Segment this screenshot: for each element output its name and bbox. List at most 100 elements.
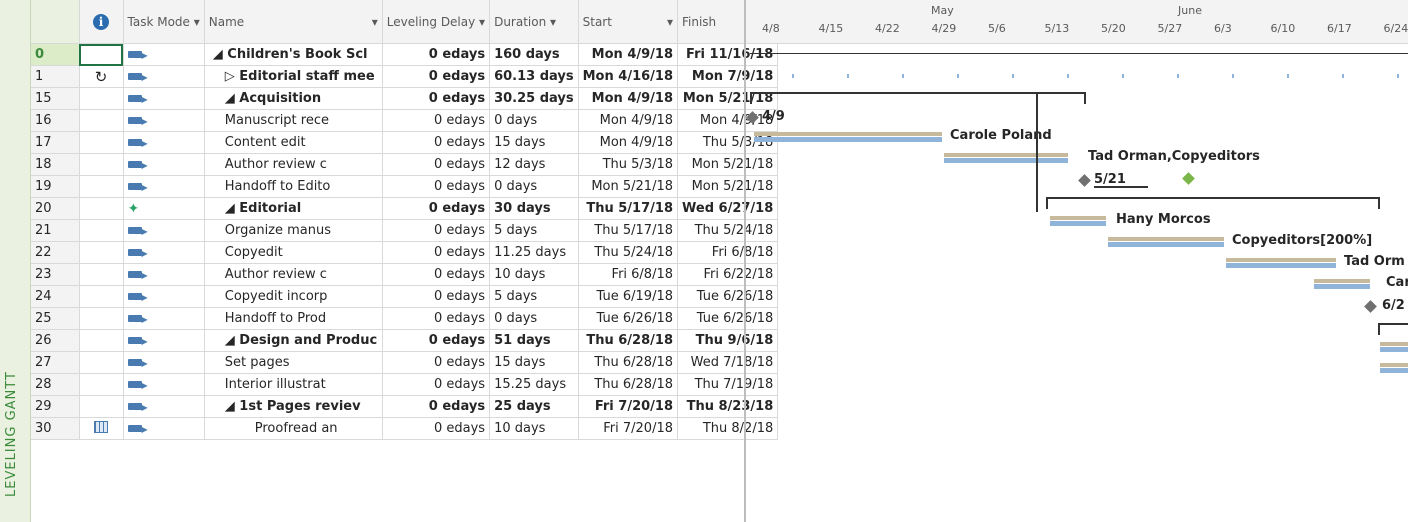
table-row[interactable]: 21 ▶ Organize manus 0 edays 5 days Thu 5/17/1… [31, 219, 779, 242]
task-name-cell[interactable]: Copyedit incorp [204, 285, 383, 308]
table-row[interactable]: 30 ▶ Proofread an 0 edays 10 days Fri 7/20/18… [31, 417, 779, 440]
start-cell[interactable]: Thu 5/3/18 [578, 153, 679, 176]
table-row[interactable]: 16 ▶ Manuscript rece 0 edays 0 days Mon 4/9/1… [31, 109, 779, 132]
task-mode-cell[interactable]: ▶ [123, 351, 205, 374]
duration-cell[interactable]: 5 days [489, 219, 579, 242]
leveling-delay-cell[interactable]: 0 edays [382, 197, 491, 220]
row-id[interactable]: 20 [31, 197, 80, 220]
start-column-header[interactable]: Start ▾ [578, 0, 679, 44]
leveling-delay-cell[interactable]: 0 edays [382, 131, 491, 154]
indicator-cell[interactable] [79, 43, 124, 66]
task-mode-cell[interactable]: ▶ [123, 307, 205, 330]
row-id[interactable]: 18 [31, 153, 80, 176]
start-cell[interactable]: Mon 4/9/18 [578, 87, 679, 110]
start-cell[interactable]: Mon 5/21/18 [578, 175, 679, 198]
task-mode-cell[interactable]: ▶ [123, 153, 205, 176]
table-row[interactable]: 28 ▶ Interior illustrat 0 edays 15.25 days Th… [31, 373, 779, 396]
indicator-cell[interactable] [79, 87, 124, 110]
start-cell[interactable]: Tue 6/19/18 [578, 285, 679, 308]
leveling-delay-cell[interactable]: 0 edays [382, 351, 491, 374]
gantt-chart[interactable]: May June 4/8 4/15 4/22 4/29 5/6 5/13 5/20 5/27 6/3… [744, 0, 1408, 522]
table-row[interactable]: 26 ▶ ◢ Design and Produc 0 edays 51 days Thu … [31, 329, 779, 352]
start-cell[interactable]: Thu 5/24/18 [578, 241, 679, 264]
table-row[interactable]: 1 ↻ ▶ ▷ Editorial staff mee 0 edays 60.13 day… [31, 65, 779, 88]
leveling-delay-cell[interactable]: 0 edays [382, 175, 491, 198]
leveling-delay-cell[interactable]: 0 edays [382, 307, 491, 330]
indicator-cell[interactable] [79, 197, 124, 220]
task-mode-cell[interactable]: ▶ [123, 87, 205, 110]
table-row[interactable]: 25 ▶ Handoff to Prod 0 edays 0 days Tue 6/26/… [31, 307, 779, 330]
task-name-cell[interactable]: ◢ Acquisition [204, 87, 383, 110]
start-cell[interactable]: Thu 5/17/18 [578, 219, 679, 242]
task-mode-cell[interactable]: ▶ [123, 395, 205, 418]
task-name-cell[interactable]: ◢ Children's Book Scl [204, 43, 383, 66]
duration-cell[interactable]: 160 days [489, 43, 579, 66]
row-id[interactable]: 26 [31, 329, 80, 352]
task-mode-cell[interactable]: ▶ [123, 109, 205, 132]
duration-cell[interactable]: 51 days [489, 329, 579, 352]
leveling-delay-cell[interactable]: 0 edays [382, 219, 491, 242]
task-name-cell[interactable]: Copyedit [204, 241, 383, 264]
duration-column-header[interactable]: Duration ▾ [489, 0, 579, 44]
task-name-cell[interactable]: Content edit [204, 131, 383, 154]
row-id[interactable]: 25 [31, 307, 80, 330]
start-cell[interactable]: Thu 5/17/18 [578, 197, 679, 220]
task-name-cell[interactable]: Proofread an [204, 417, 383, 440]
row-id[interactable]: 28 [31, 373, 80, 396]
indicator-cell[interactable] [79, 109, 124, 132]
start-cell[interactable]: Fri 7/20/18 [578, 395, 679, 418]
select-all-header[interactable] [31, 0, 80, 44]
indicator-cell[interactable] [79, 417, 124, 440]
table-row[interactable]: 20 ✦ ◢ Editorial 0 edays 30 days Thu 5/17/18 W… [31, 197, 779, 220]
task-name-cell[interactable]: Author review c [204, 263, 383, 286]
indicator-cell[interactable] [79, 373, 124, 396]
row-id[interactable]: 27 [31, 351, 80, 374]
table-row[interactable]: 18 ▶ Author review c0 edays 12 days Thu 5/3/… [31, 153, 779, 176]
leveling-delay-cell[interactable]: 0 edays [382, 417, 491, 440]
duration-cell[interactable]: 15 days [489, 131, 579, 154]
indicator-cell[interactable] [79, 307, 124, 330]
duration-cell[interactable]: 10 days [489, 263, 579, 286]
start-cell[interactable]: Tue 6/26/18 [578, 307, 679, 330]
table-row[interactable]: 27 ▶ Set pages 0 edays 15 days Thu 6/28/18 Wed… [31, 351, 779, 374]
table-row[interactable]: 22 ▶ Copyedit 0 edays 11.25 days Thu 5/24/18 F… [31, 241, 779, 264]
task-mode-column-header[interactable]: Task Mode ▾ [123, 0, 205, 44]
task-mode-cell[interactable]: ▶ [123, 329, 205, 352]
indicator-cell[interactable]: ↻ [79, 65, 124, 88]
row-id[interactable]: 17 [31, 131, 80, 154]
row-id[interactable]: 21 [31, 219, 80, 242]
start-cell[interactable]: Thu 6/28/18 [578, 373, 679, 396]
row-id[interactable]: 23 [31, 263, 80, 286]
row-id[interactable]: 29 [31, 395, 80, 418]
indicator-cell[interactable] [79, 153, 124, 176]
start-cell[interactable]: Thu 6/28/18 [578, 351, 679, 374]
task-name-cell[interactable]: ◢ Design and Produc [204, 329, 383, 352]
indicator-cell[interactable] [79, 285, 124, 308]
duration-cell[interactable]: 25 days [489, 395, 579, 418]
task-name-cell[interactable]: Set pages [204, 351, 383, 374]
table-row[interactable]: 19 ▶ Handoff to Edito 0 edays 0 days Mon 5/21… [31, 175, 779, 198]
table-row[interactable]: 24 ▶ Copyedit incorp 0 edays 5 days Tue 6/19/… [31, 285, 779, 308]
row-id[interactable]: 16 [31, 109, 80, 132]
row-id[interactable]: 22 [31, 241, 80, 264]
view-bar[interactable]: LEVELING GANTT [0, 0, 31, 522]
table-row[interactable]: 29 ▶ ◢ 1st Pages reviev 0 edays 25 days Fri 7… [31, 395, 779, 418]
start-cell[interactable]: Mon 4/16/18 [578, 65, 679, 88]
task-mode-cell[interactable]: ▶ [123, 285, 205, 308]
start-cell[interactable]: Mon 4/9/18 [578, 131, 679, 154]
task-name-cell[interactable]: ◢ 1st Pages reviev [204, 395, 383, 418]
duration-cell[interactable]: 0 days [489, 307, 579, 330]
leveling-delay-column-header[interactable]: Leveling Delay ▾ [382, 0, 491, 44]
task-mode-cell[interactable]: ▶ [123, 131, 205, 154]
task-name-cell[interactable]: Handoff to Edito [204, 175, 383, 198]
leveling-delay-cell[interactable]: 0 edays [382, 43, 491, 66]
indicator-cell[interactable] [79, 263, 124, 286]
row-id[interactable]: 30 [31, 417, 80, 440]
leveling-delay-cell[interactable]: 0 edays [382, 373, 491, 396]
duration-cell[interactable]: 10 days [489, 417, 579, 440]
indicator-cell[interactable] [79, 219, 124, 242]
start-cell[interactable]: Thu 6/28/18 [578, 329, 679, 352]
task-mode-cell[interactable]: ▶ [123, 175, 205, 198]
task-mode-cell[interactable]: ▶ [123, 417, 205, 440]
row-id[interactable]: 1 [31, 65, 80, 88]
